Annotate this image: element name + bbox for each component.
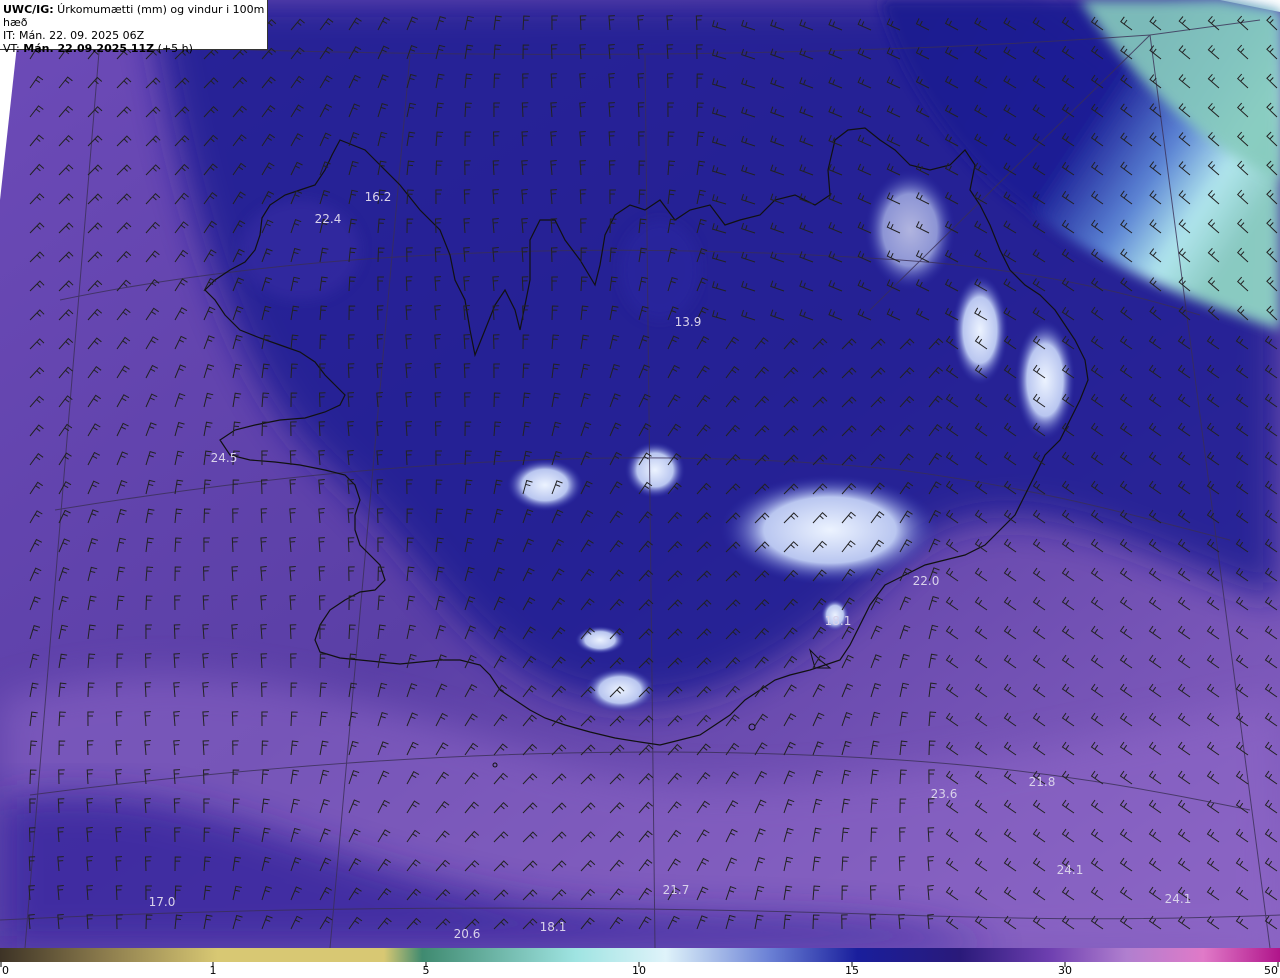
- map-value: 16.2: [364, 190, 392, 204]
- map-info-box: UWC/IG: Úrkomumætti (mm) og vindur i 100…: [0, 0, 268, 55]
- vt-date: Mán. 22.09.2025 11Z: [23, 42, 155, 55]
- colorbar-tick: 15: [845, 964, 859, 977]
- map-value: 24.5: [210, 451, 238, 465]
- colorbar-tick: 0: [2, 964, 9, 977]
- colorbar-scale: [0, 948, 1280, 962]
- colorbar-tick: 1: [209, 964, 217, 977]
- initial-time: IT: Mán. 22. 09. 2025 06Z: [3, 29, 145, 42]
- map-value: 24.1: [1164, 892, 1192, 906]
- map-value: 20.6: [453, 927, 481, 941]
- model-prefix: UWC/IG:: [3, 3, 54, 16]
- map-value: 21.7: [662, 883, 690, 897]
- vt-prefix: VT:: [3, 42, 24, 55]
- weather-map-view: UWC/IG: Úrkomumætti (mm) og vindur i 100…: [0, 0, 1280, 978]
- colorbar-tick: 5: [422, 964, 430, 977]
- precipitation-map: [0, 0, 1280, 948]
- map-value: 13.9: [674, 315, 702, 329]
- map-value: 24.1: [1056, 863, 1084, 877]
- colorbar-tick: 50: [1264, 964, 1278, 977]
- valid-time: VT: Mán. 22.09.2025 11Z (+5 h): [3, 42, 267, 55]
- colorbar-tick: 30: [1058, 964, 1072, 977]
- colorbar-tick: 10: [632, 964, 646, 977]
- map-value: 21.8: [1028, 775, 1056, 789]
- map-value: 17.0: [148, 895, 176, 909]
- map-value: 22.4: [314, 212, 342, 226]
- map-value: 23.6: [930, 787, 958, 801]
- map-value: 18.1: [824, 614, 852, 628]
- map-value: 18.1: [539, 920, 567, 934]
- vt-offset: (+5 h): [154, 42, 193, 55]
- map-value: 22.0: [912, 574, 940, 588]
- product-title: UWC/IG: Úrkomumætti (mm) og vindur i 100…: [3, 3, 267, 29]
